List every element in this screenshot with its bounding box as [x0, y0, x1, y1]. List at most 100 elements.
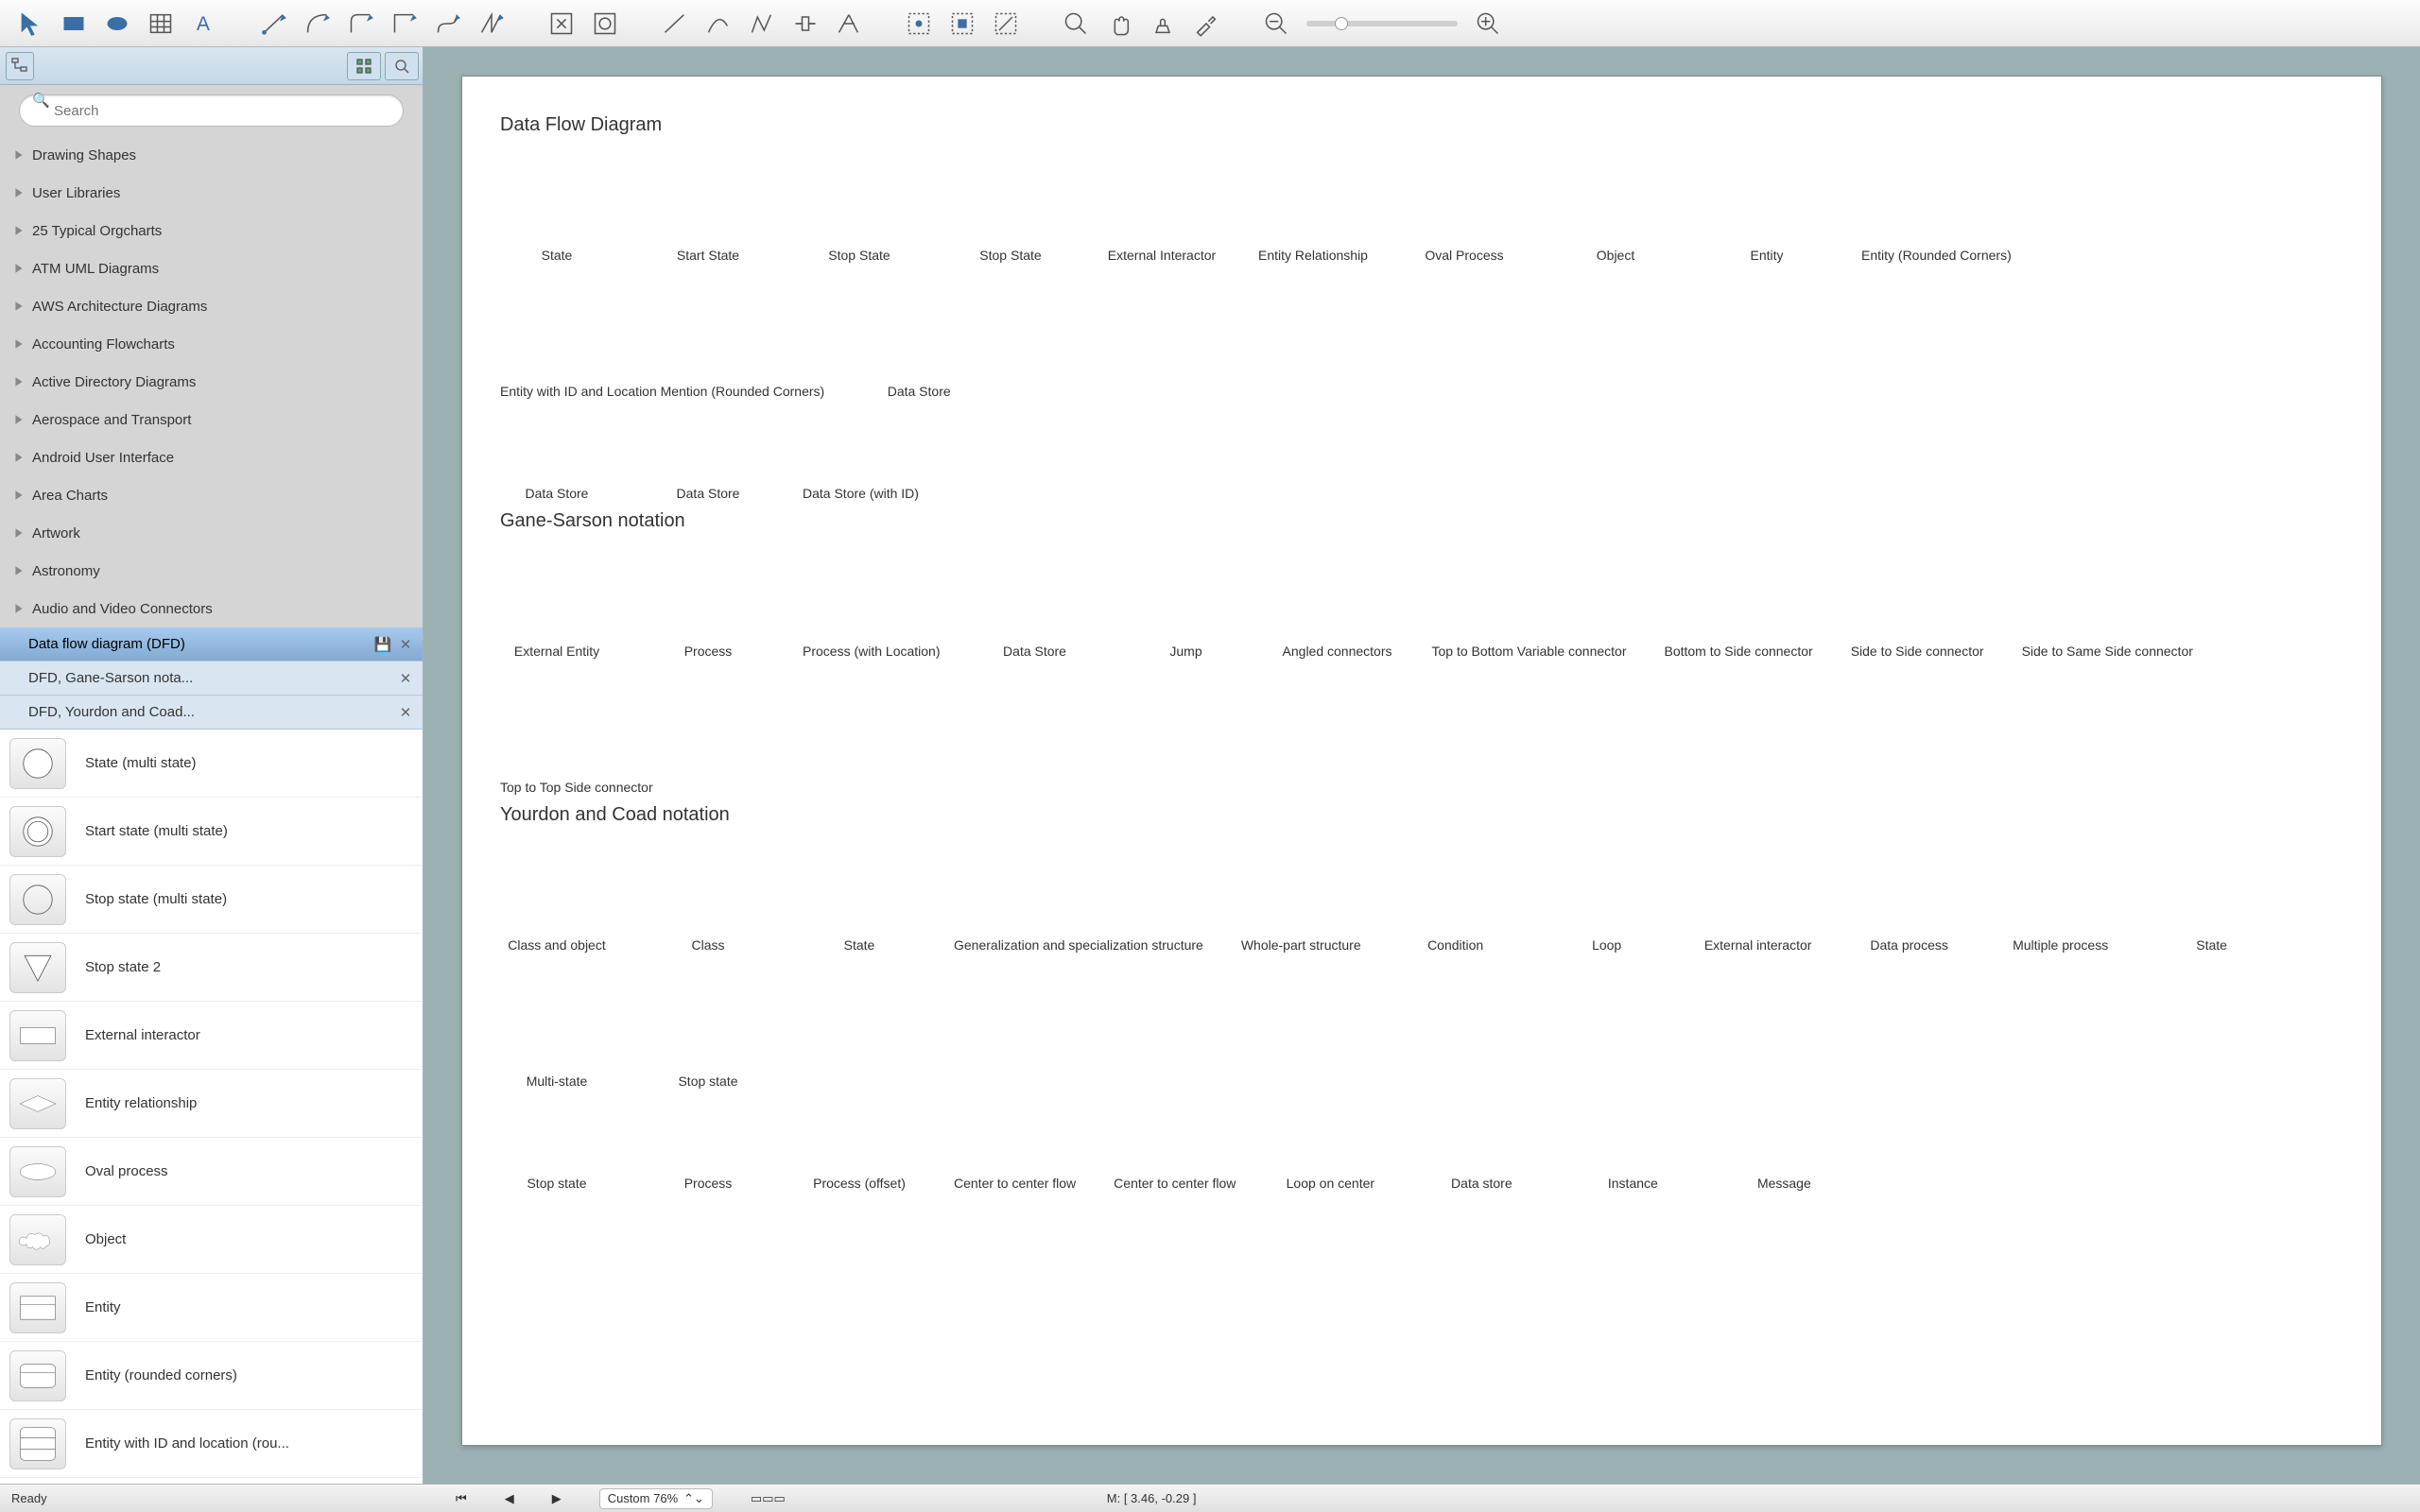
- line-h-button[interactable]: [785, 6, 826, 42]
- canvas-shape[interactable]: Loop on center: [1273, 1111, 1387, 1191]
- tree-item[interactable]: Astronomy: [0, 552, 423, 590]
- tree-item[interactable]: User Libraries: [0, 174, 423, 212]
- canvas-shape[interactable]: Bottom to Side connector: [1664, 551, 1812, 659]
- canvas-shape[interactable]: External Interactor: [1105, 155, 1219, 263]
- canvas-shape[interactable]: Multi-state: [500, 981, 614, 1089]
- connector-arc-button[interactable]: [297, 6, 338, 42]
- palette-shape-object[interactable]: Object: [0, 1206, 423, 1274]
- line-v-button[interactable]: [828, 6, 870, 42]
- tree-item[interactable]: Area Charts: [0, 476, 423, 514]
- palette-shape-state-multi[interactable]: State (multi state): [0, 730, 423, 798]
- tree-item[interactable]: Aerospace and Transport: [0, 401, 423, 438]
- palette-shape-entity-relationship[interactable]: Entity relationship: [0, 1070, 423, 1138]
- canvas-shape[interactable]: Class-&-ObjectAttributesServicesClass an…: [500, 845, 614, 953]
- palette-shape-external-interactor[interactable]: External interactor: [0, 1002, 423, 1070]
- tree-item[interactable]: AWS Architecture Diagrams: [0, 287, 423, 325]
- connector-direct-button[interactable]: [253, 6, 295, 42]
- search-input[interactable]: [19, 94, 404, 127]
- snap-c-button[interactable]: [985, 6, 1027, 42]
- zoom-out-button[interactable]: [1255, 6, 1297, 42]
- tool-b-button[interactable]: [584, 6, 626, 42]
- canvas-shape[interactable]: Loop: [1550, 845, 1664, 953]
- connector-spline-button[interactable]: [471, 6, 512, 42]
- canvas-shape[interactable]: DataData Store: [862, 291, 976, 399]
- page-nav-prev[interactable]: ◀: [505, 1491, 514, 1506]
- canvas-shape[interactable]: Top to Top Side connector: [500, 687, 653, 795]
- canvas-shape[interactable]: idData Store: [978, 551, 1092, 659]
- pointer-button[interactable]: [9, 6, 51, 42]
- palette-shape-start-state-multi[interactable]: Start state (multi state): [0, 798, 423, 866]
- page-nav-next[interactable]: ▶: [552, 1491, 562, 1506]
- canvas-shape[interactable]: State: [500, 155, 614, 263]
- open-library-tab[interactable]: Data flow diagram (DFD)💾✕: [0, 627, 423, 662]
- ellipse-button[interactable]: [96, 6, 138, 42]
- canvas-shape[interactable]: Data Store: [500, 421, 614, 501]
- canvas-shape[interactable]: Side to Side connector: [1851, 551, 1984, 659]
- stamp-tool-button[interactable]: [1142, 6, 1184, 42]
- tree-item[interactable]: Drawing Shapes: [0, 136, 423, 174]
- tree-item[interactable]: Accounting Flowcharts: [0, 325, 423, 363]
- tree-item[interactable]: Android User Interface: [0, 438, 423, 476]
- canvas-area[interactable]: Data Flow DiagramStateStart StateStop St…: [424, 47, 2420, 1484]
- open-library-tab[interactable]: DFD, Yourdon and Coad...✕: [0, 696, 423, 730]
- canvas-shape[interactable]: Angled connectors: [1281, 551, 1394, 659]
- canvas-shape[interactable]: Stop State: [803, 155, 916, 263]
- palette-shape-entity-id-loc[interactable]: Entity with ID and location (rou...: [0, 1410, 423, 1478]
- tool-a-button[interactable]: [541, 6, 582, 42]
- page-nav-first[interactable]: ⏮: [456, 1491, 467, 1506]
- close-icon[interactable]: ✕: [396, 703, 415, 722]
- stepper-icon[interactable]: ⌃⌄: [683, 1491, 704, 1506]
- canvas-shape[interactable]: Data Store: [651, 421, 765, 501]
- table-button[interactable]: [140, 6, 182, 42]
- close-icon[interactable]: ✕: [396, 669, 415, 688]
- connector-round-button[interactable]: [340, 6, 382, 42]
- connector-bezier-button[interactable]: [427, 6, 469, 42]
- canvas-shape[interactable]: idlocationProcess (with Location): [803, 551, 941, 659]
- canvas-shape[interactable]: Center to center flow: [1114, 1111, 1236, 1191]
- rectangle-button[interactable]: [53, 6, 95, 42]
- palette-shape-entity[interactable]: Entity: [0, 1274, 423, 1342]
- canvas-shape[interactable]: EntityEntity: [1710, 155, 1824, 263]
- tree-item[interactable]: Artwork: [0, 514, 423, 552]
- canvas-shape[interactable]: IDData Store (with ID): [803, 421, 919, 501]
- canvas-shape[interactable]: IDTextLocationEntity with ID and Locatio…: [500, 291, 824, 399]
- canvas-shape[interactable]: Stop State: [954, 155, 1067, 263]
- canvas-shape[interactable]: Process nameProcess: [651, 1111, 765, 1191]
- tree-item[interactable]: 25 Typical Orgcharts: [0, 212, 423, 249]
- snap-a-button[interactable]: [898, 6, 940, 42]
- zoom-slider[interactable]: [1306, 21, 1458, 26]
- canvas-shape[interactable]: StateState: [803, 845, 916, 953]
- canvas-shape[interactable]: Message: [1727, 1111, 1841, 1191]
- canvas-shape[interactable]: Condition: [1399, 845, 1512, 953]
- connector-smart-button[interactable]: [384, 6, 425, 42]
- hand-tool-button[interactable]: [1098, 6, 1140, 42]
- canvas-shape[interactable]: Stop state: [500, 1111, 614, 1191]
- canvas-shape[interactable]: Generalization and specialization struct…: [954, 845, 1203, 953]
- palette-shape-entity-rounded[interactable]: Entity (rounded corners): [0, 1342, 423, 1410]
- canvas-shape[interactable]: Side to Same Side connector: [2022, 551, 2193, 659]
- palette-shape-stop-state-2[interactable]: Stop state 2: [0, 934, 423, 1002]
- canvas-shape[interactable]: Oval Process: [1408, 155, 1521, 263]
- open-library-tab[interactable]: DFD, Gane-Sarson nota...✕: [0, 662, 423, 696]
- canvas-shape[interactable]: idProcess: [651, 551, 765, 659]
- canvas-shape[interactable]: External interactor: [1702, 845, 1815, 953]
- canvas-shape[interactable]: Data store: [1425, 1111, 1538, 1191]
- palette-shape-oval-process[interactable]: Oval process: [0, 1138, 423, 1206]
- canvas-shape[interactable]: Jump: [1130, 551, 1243, 659]
- eyedropper-tool-button[interactable]: [1185, 6, 1227, 42]
- text-button[interactable]: A: [183, 6, 225, 42]
- line-poly-button[interactable]: [741, 6, 783, 42]
- canvas-shape[interactable]: ProcessnameProcess (offset): [803, 1111, 916, 1191]
- palette-shape-stop-state-multi[interactable]: Stop state (multi state): [0, 866, 423, 934]
- tree-item[interactable]: Active Directory Diagrams: [0, 363, 423, 401]
- canvas-shape[interactable]: Object: [1559, 155, 1672, 263]
- close-icon[interactable]: ✕: [396, 635, 415, 654]
- zoom-in-button[interactable]: [1467, 6, 1509, 42]
- drawing-page[interactable]: Data Flow DiagramStateStart StateStop St…: [461, 76, 2382, 1446]
- tree-item[interactable]: Audio and Video Connectors: [0, 590, 423, 627]
- zoom-combo[interactable]: Custom 76% ⌃⌄: [599, 1488, 713, 1509]
- line-curve-button[interactable]: [698, 6, 739, 42]
- line-straight-button[interactable]: [654, 6, 696, 42]
- canvas-shape[interactable]: EntityEntity (Rounded Corners): [1861, 155, 2012, 263]
- canvas-shape[interactable]: Center to center flow: [954, 1111, 1076, 1191]
